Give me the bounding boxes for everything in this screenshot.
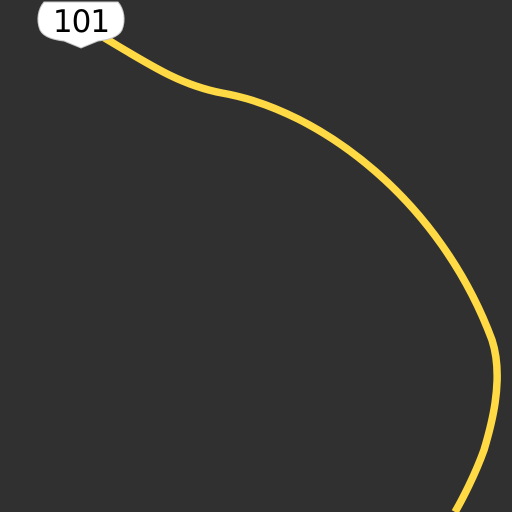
map-canvas: 101 bbox=[37, 1, 501, 512]
highway-101-line[interactable] bbox=[101, 33, 501, 512]
map-tile[interactable]: 101 bbox=[0, 0, 512, 512]
shield-route-number: 101 bbox=[53, 4, 109, 40]
